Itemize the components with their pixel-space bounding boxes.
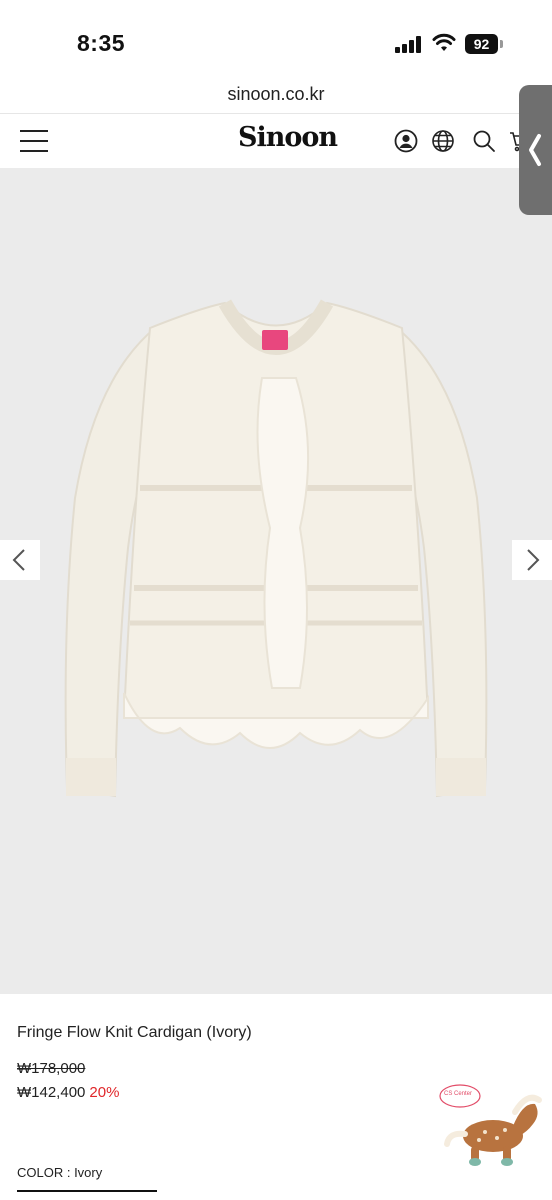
color-option-underline [17,1190,157,1192]
previous-image-button[interactable] [0,540,40,580]
original-price: ₩178,000 [17,1060,86,1077]
color-option[interactable]: COLOR : Ivory [17,1165,102,1180]
product-image-gallery[interactable] [0,168,552,994]
sale-price: ₩142,400 [17,1084,86,1101]
discount-percent: 20% [89,1084,120,1101]
sale-price-row: ₩142,400 20% [17,1084,119,1101]
side-panel-tab[interactable] [519,85,552,215]
url-text[interactable]: sinoon.co.kr [227,84,324,104]
account-icon[interactable] [394,129,418,153]
battery-icon: 92 [465,34,503,54]
chevron-left-icon [529,134,541,166]
cs-center-label: CS Center [444,1091,473,1097]
product-info: Fringe Flow Knit Cardigan (Ivory) ₩178,0… [0,994,552,1200]
globe-icon[interactable] [431,129,455,153]
status-bar: 8:35 92 [0,0,552,80]
site-header: Sinoon [0,113,552,169]
menu-icon[interactable] [20,130,48,152]
horse-mascot-icon [439,1084,542,1166]
site-logo[interactable]: Sinoon [238,122,338,153]
chevron-left-icon [12,549,25,571]
wifi-icon [432,33,456,53]
product-name: Fringe Flow Knit Cardigan (Ivory) [17,1024,252,1041]
url-bar[interactable]: sinoon.co.kr [0,80,552,112]
chevron-right-icon [527,549,540,571]
status-time: 8:35 [77,30,126,56]
signal-icon [395,36,423,53]
search-icon[interactable] [472,129,496,153]
battery-level: 92 [465,34,498,54]
cs-center-widget[interactable]: CS Center [435,1074,545,1174]
product-image [64,299,488,798]
next-image-button[interactable] [512,540,552,580]
